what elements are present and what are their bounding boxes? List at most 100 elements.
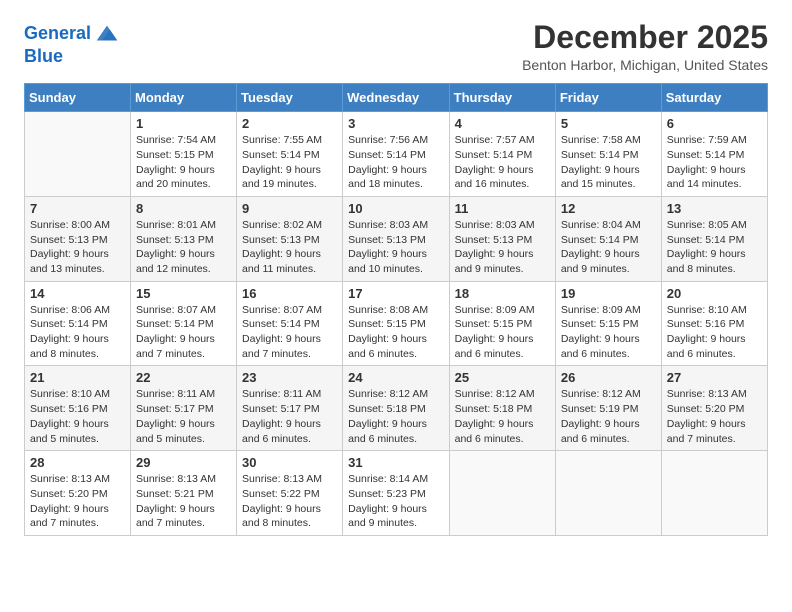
day-info: Sunrise: 8:12 AMSunset: 5:18 PMDaylight:…: [455, 387, 550, 446]
day-number: 13: [667, 201, 762, 216]
day-number: 15: [136, 286, 231, 301]
day-cell: 2 Sunrise: 7:55 AMSunset: 5:14 PMDaylight…: [237, 112, 343, 197]
day-number: 10: [348, 201, 443, 216]
month-title: December 2025: [522, 20, 768, 55]
day-number: 12: [561, 201, 656, 216]
day-number: 22: [136, 370, 231, 385]
day-cell: 7 Sunrise: 8:00 AMSunset: 5:13 PMDaylight…: [25, 196, 131, 281]
logo: General Blue: [24, 20, 121, 67]
day-cell: 13 Sunrise: 8:05 AMSunset: 5:14 PMDayligh…: [661, 196, 767, 281]
day-number: 9: [242, 201, 337, 216]
day-number: 18: [455, 286, 550, 301]
day-cell: 22 Sunrise: 8:11 AMSunset: 5:17 PMDayligh…: [131, 366, 237, 451]
day-cell: 29Sunrise: 8:13 AMSunset: 5:21 PMDayligh…: [131, 451, 237, 536]
day-info: Sunrise: 8:10 AMSunset: 5:16 PMDaylight:…: [667, 303, 762, 362]
day-number: 17: [348, 286, 443, 301]
day-cell: [555, 451, 661, 536]
day-number: 11: [455, 201, 550, 216]
weekday-header-row: SundayMondayTuesdayWednesdayThursdayFrid…: [25, 84, 768, 112]
day-cell: 10 Sunrise: 8:03 AMSunset: 5:13 PMDayligh…: [343, 196, 449, 281]
day-info: Sunrise: 8:10 AMSunset: 5:16 PMDaylight:…: [30, 387, 125, 446]
day-info: Sunrise: 8:07 AMSunset: 5:14 PMDaylight:…: [136, 303, 231, 362]
day-number: 1: [136, 116, 231, 131]
day-cell: 25Sunrise: 8:12 AMSunset: 5:18 PMDayligh…: [449, 366, 555, 451]
weekday-header-friday: Friday: [555, 84, 661, 112]
day-info: Sunrise: 8:03 AMSunset: 5:13 PMDaylight:…: [455, 218, 550, 277]
day-number: 27: [667, 370, 762, 385]
day-info: Sunrise: 8:04 AMSunset: 5:14 PMDaylight:…: [561, 218, 656, 277]
day-number: 21: [30, 370, 125, 385]
logo-text: General: [24, 24, 91, 44]
day-number: 26: [561, 370, 656, 385]
page-header: General Blue December 2025 Benton Harbor…: [24, 20, 768, 73]
location-title: Benton Harbor, Michigan, United States: [522, 57, 768, 73]
week-row-3: 14Sunrise: 8:06 AMSunset: 5:14 PMDayligh…: [25, 281, 768, 366]
day-number: 8: [136, 201, 231, 216]
day-cell: 27Sunrise: 8:13 AMSunset: 5:20 PMDayligh…: [661, 366, 767, 451]
day-number: 6: [667, 116, 762, 131]
day-number: 5: [561, 116, 656, 131]
day-info: Sunrise: 7:59 AMSunset: 5:14 PMDaylight:…: [667, 133, 762, 192]
day-info: Sunrise: 8:13 AMSunset: 5:22 PMDaylight:…: [242, 472, 337, 531]
calendar-table: SundayMondayTuesdayWednesdayThursdayFrid…: [24, 83, 768, 536]
day-cell: [449, 451, 555, 536]
day-number: 7: [30, 201, 125, 216]
week-row-1: 1 Sunrise: 7:54 AMSunset: 5:15 PMDaylight…: [25, 112, 768, 197]
day-info: Sunrise: 8:00 AMSunset: 5:13 PMDaylight:…: [30, 218, 125, 277]
day-cell: [25, 112, 131, 197]
day-cell: 8 Sunrise: 8:01 AMSunset: 5:13 PMDaylight…: [131, 196, 237, 281]
day-number: 4: [455, 116, 550, 131]
day-info: Sunrise: 8:13 AMSunset: 5:21 PMDaylight:…: [136, 472, 231, 531]
day-cell: 20 Sunrise: 8:10 AMSunset: 5:16 PMDayligh…: [661, 281, 767, 366]
day-cell: 21 Sunrise: 8:10 AMSunset: 5:16 PMDayligh…: [25, 366, 131, 451]
day-info: Sunrise: 8:05 AMSunset: 5:14 PMDaylight:…: [667, 218, 762, 277]
day-info: Sunrise: 7:55 AMSunset: 5:14 PMDaylight:…: [242, 133, 337, 192]
day-number: 3: [348, 116, 443, 131]
day-info: Sunrise: 8:09 AMSunset: 5:15 PMDaylight:…: [561, 303, 656, 362]
day-info: Sunrise: 8:11 AMSunset: 5:17 PMDaylight:…: [242, 387, 337, 446]
day-number: 31: [348, 455, 443, 470]
day-number: 24: [348, 370, 443, 385]
day-cell: 5 Sunrise: 7:58 AMSunset: 5:14 PMDaylight…: [555, 112, 661, 197]
day-info: Sunrise: 8:08 AMSunset: 5:15 PMDaylight:…: [348, 303, 443, 362]
day-info: Sunrise: 8:12 AMSunset: 5:18 PMDaylight:…: [348, 387, 443, 446]
day-info: Sunrise: 7:57 AMSunset: 5:14 PMDaylight:…: [455, 133, 550, 192]
day-cell: 15 Sunrise: 8:07 AMSunset: 5:14 PMDayligh…: [131, 281, 237, 366]
day-number: 14: [30, 286, 125, 301]
day-info: Sunrise: 8:11 AMSunset: 5:17 PMDaylight:…: [136, 387, 231, 446]
day-info: Sunrise: 7:58 AMSunset: 5:14 PMDaylight:…: [561, 133, 656, 192]
day-info: Sunrise: 8:13 AMSunset: 5:20 PMDaylight:…: [30, 472, 125, 531]
week-row-4: 21 Sunrise: 8:10 AMSunset: 5:16 PMDayligh…: [25, 366, 768, 451]
week-row-5: 28Sunrise: 8:13 AMSunset: 5:20 PMDayligh…: [25, 451, 768, 536]
day-cell: [661, 451, 767, 536]
day-cell: 30 Sunrise: 8:13 AMSunset: 5:22 PMDayligh…: [237, 451, 343, 536]
day-cell: 14Sunrise: 8:06 AMSunset: 5:14 PMDayligh…: [25, 281, 131, 366]
day-info: Sunrise: 8:03 AMSunset: 5:13 PMDaylight:…: [348, 218, 443, 277]
day-number: 2: [242, 116, 337, 131]
title-area: December 2025 Benton Harbor, Michigan, U…: [522, 20, 768, 73]
day-cell: 9Sunrise: 8:02 AMSunset: 5:13 PMDaylight…: [237, 196, 343, 281]
day-info: Sunrise: 7:54 AMSunset: 5:15 PMDaylight:…: [136, 133, 231, 192]
day-number: 20: [667, 286, 762, 301]
weekday-header-thursday: Thursday: [449, 84, 555, 112]
day-number: 16: [242, 286, 337, 301]
weekday-header-sunday: Sunday: [25, 84, 131, 112]
day-info: Sunrise: 8:01 AMSunset: 5:13 PMDaylight:…: [136, 218, 231, 277]
day-cell: 17 Sunrise: 8:08 AMSunset: 5:15 PMDayligh…: [343, 281, 449, 366]
day-cell: 16Sunrise: 8:07 AMSunset: 5:14 PMDayligh…: [237, 281, 343, 366]
day-cell: 1 Sunrise: 7:54 AMSunset: 5:15 PMDaylight…: [131, 112, 237, 197]
day-number: 30: [242, 455, 337, 470]
weekday-header-tuesday: Tuesday: [237, 84, 343, 112]
weekday-header-saturday: Saturday: [661, 84, 767, 112]
day-cell: 11 Sunrise: 8:03 AMSunset: 5:13 PMDayligh…: [449, 196, 555, 281]
day-cell: 24 Sunrise: 8:12 AMSunset: 5:18 PMDayligh…: [343, 366, 449, 451]
week-row-2: 7 Sunrise: 8:00 AMSunset: 5:13 PMDaylight…: [25, 196, 768, 281]
day-info: Sunrise: 8:14 AMSunset: 5:23 PMDaylight:…: [348, 472, 443, 531]
day-cell: 18 Sunrise: 8:09 AMSunset: 5:15 PMDayligh…: [449, 281, 555, 366]
logo-icon: [93, 20, 121, 48]
weekday-header-monday: Monday: [131, 84, 237, 112]
day-cell: 28Sunrise: 8:13 AMSunset: 5:20 PMDayligh…: [25, 451, 131, 536]
day-info: Sunrise: 7:56 AMSunset: 5:14 PMDaylight:…: [348, 133, 443, 192]
day-info: Sunrise: 8:09 AMSunset: 5:15 PMDaylight:…: [455, 303, 550, 362]
day-cell: 31 Sunrise: 8:14 AMSunset: 5:23 PMDayligh…: [343, 451, 449, 536]
